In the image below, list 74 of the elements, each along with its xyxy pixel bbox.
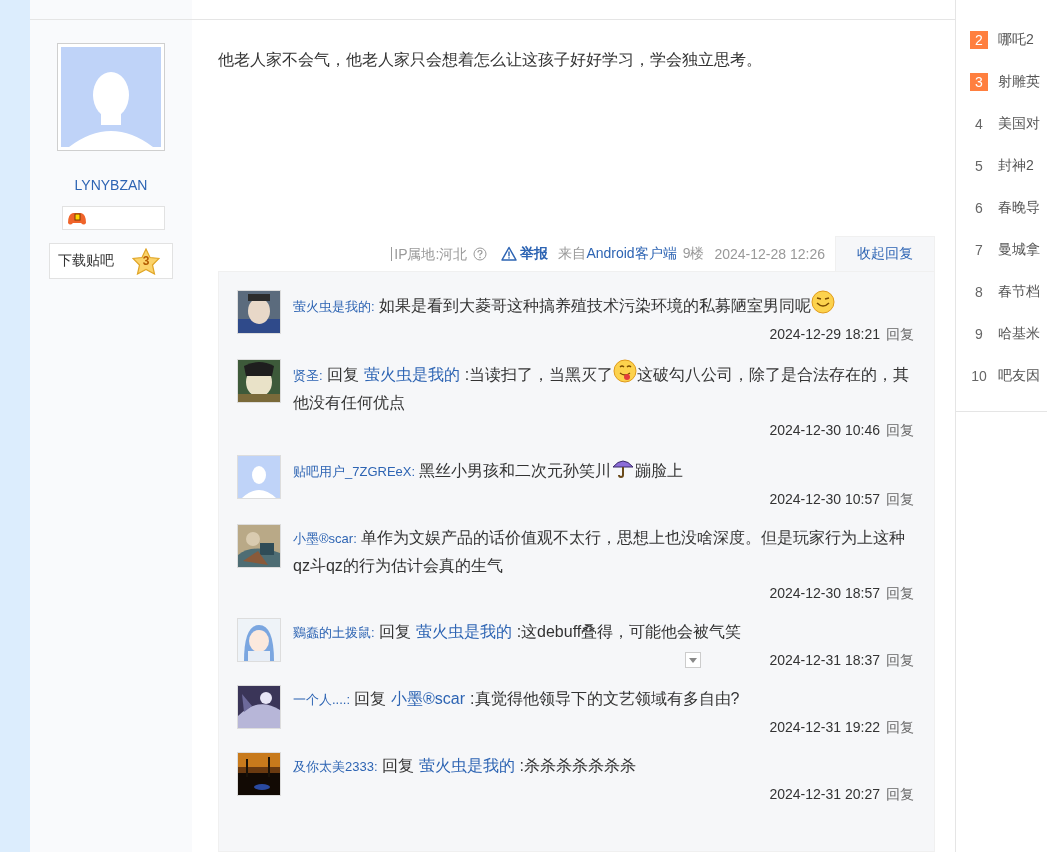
avatar-silhouette-icon (61, 47, 161, 147)
ip-location: IP属地:河北 (391, 246, 468, 261)
help-icon (473, 246, 488, 261)
username-link[interactable]: 小墨®scar (391, 690, 466, 707)
avatar-silhouette-icon (238, 456, 280, 498)
rank-number: 10 (970, 367, 988, 385)
avatar-frame[interactable] (237, 524, 281, 568)
comment-time: 2024-12-29 18:21 (769, 325, 880, 344)
trending-link[interactable]: 哪吒2 (998, 31, 1034, 49)
rank-number: 8 (974, 283, 984, 301)
reply-link[interactable]: 回复 (886, 784, 914, 804)
username-link[interactable]: 萤火虫是我的 (415, 623, 512, 640)
download-button[interactable]: 下载贴吧 3 (49, 243, 173, 279)
username-link[interactable]: 萤火虫是我的 (363, 366, 460, 383)
trending-link[interactable]: 封神2 (998, 157, 1034, 175)
trending-link[interactable]: 吧友因 (998, 367, 1040, 385)
comment-text: 及你太美2333: 回复 萤火虫是我的 :杀杀杀杀杀杀杀 (293, 756, 637, 776)
username-link[interactable]: LYNYBZAN (74, 177, 148, 193)
trending-link[interactable]: 春节档 (998, 283, 1040, 301)
comment-time: 2024-12-30 18:57 (769, 584, 880, 603)
post-text: 他老人家不会气，他老人家只会想着怎么让这孩子好好学习，学会独立思考。 (218, 50, 763, 70)
rank-number: 6 (974, 199, 984, 217)
username-link[interactable]: 贴吧用户_7ZGREeX: (293, 464, 416, 479)
floor-number: 9楼 (682, 244, 705, 263)
reply-link[interactable]: 回复 (886, 489, 914, 509)
reply-link[interactable]: 回复 (886, 717, 914, 737)
avatar-frame[interactable] (237, 359, 281, 403)
warning-icon (501, 246, 518, 261)
download-label[interactable]: 下载贴吧 (58, 252, 114, 270)
trending-link[interactable]: 射雕英 (998, 73, 1040, 91)
collapse-replies-tab[interactable]: 收起回复 (835, 236, 935, 271)
username-link[interactable]: 鷄蠢的土拨鼠: (293, 625, 375, 640)
reply-link[interactable]: 回复 (886, 420, 914, 440)
reply-link[interactable]: 回复 (886, 324, 914, 344)
comment-text: 贤圣: 回复 萤火虫是我的 :当读扫了，当黑灭了 这破勾八公司，除了是合法存在的，其他没有任何优点 (293, 359, 914, 416)
rank-number: 7 (974, 241, 984, 259)
username-link[interactable]: 贤圣: (293, 368, 323, 383)
rank-number: 2 (970, 31, 988, 49)
username-link[interactable]: 及你太美2333: (293, 759, 378, 774)
comment-text: 萤火虫是我的: 如果是看到大菱哥这种搞养殖技术污染环境的私募陋室男同呢 (293, 290, 914, 320)
smiley-icon (613, 359, 638, 383)
username-link[interactable]: 一个人....: (293, 692, 351, 707)
comment-time: 2024-12-31 18:37 (769, 651, 880, 670)
rank-number: 3 (970, 73, 988, 91)
rank-number: 5 (974, 157, 984, 175)
rank-number: 4 (974, 115, 984, 133)
comment-time: 2024-12-31 20:27 (769, 785, 880, 804)
reply-link[interactable]: 回复 (886, 650, 914, 670)
trending-link[interactable]: 美国对 (998, 115, 1040, 133)
comment-time: 2024-12-31 19:22 (769, 718, 880, 737)
comment-text: 贴吧用户_7ZGREeX: 黑丝小男孩和二次元孙笑川 蹦脸上 (293, 455, 914, 485)
trending-link[interactable]: 春晚导 (998, 199, 1040, 217)
trending-link[interactable]: 曼城拿 (998, 241, 1040, 259)
avatar-frame[interactable] (237, 685, 281, 729)
comment-time: 2024-12-30 10:46 (769, 421, 880, 440)
dropdown-button[interactable] (685, 652, 702, 668)
comment-text: 一个人....: 回复 小墨®scar :真觉得他领导下的文艺领域有多自由? (293, 689, 741, 709)
comment-time: 2024-12-30 10:57 (769, 490, 880, 509)
comment-text: 小墨®scar: 单作为文娱产品的话价值观不太行，思想上也没啥深度。但是玩家行为上这种qz斗qz的行为估计会真的生气 (293, 528, 906, 576)
reply-link[interactable]: 回复 (886, 583, 914, 603)
post-time: 2024-12-28 12:26 (714, 245, 825, 262)
source-label: 来自 (558, 244, 587, 263)
level-badge: 3 (132, 247, 160, 275)
trending-link[interactable]: 哈基米 (998, 325, 1040, 343)
smiley-icon (810, 290, 835, 314)
comment-text: 鷄蠢的土拨鼠: 回复 萤火虫是我的 :这debuff叠得，可能他会被气笑 (293, 622, 743, 642)
rank-number: 9 (974, 325, 984, 343)
username-link[interactable]: 萤火虫是我的: (293, 299, 375, 314)
username-link[interactable]: 萤火虫是我的 (418, 757, 515, 774)
report-link[interactable]: 举报 (501, 244, 549, 263)
username-link[interactable]: 小墨®scar: (293, 531, 357, 546)
source-link[interactable]: Android客户端 (586, 244, 677, 263)
avatar-frame[interactable] (237, 290, 281, 334)
avatar-frame[interactable] (237, 752, 281, 796)
